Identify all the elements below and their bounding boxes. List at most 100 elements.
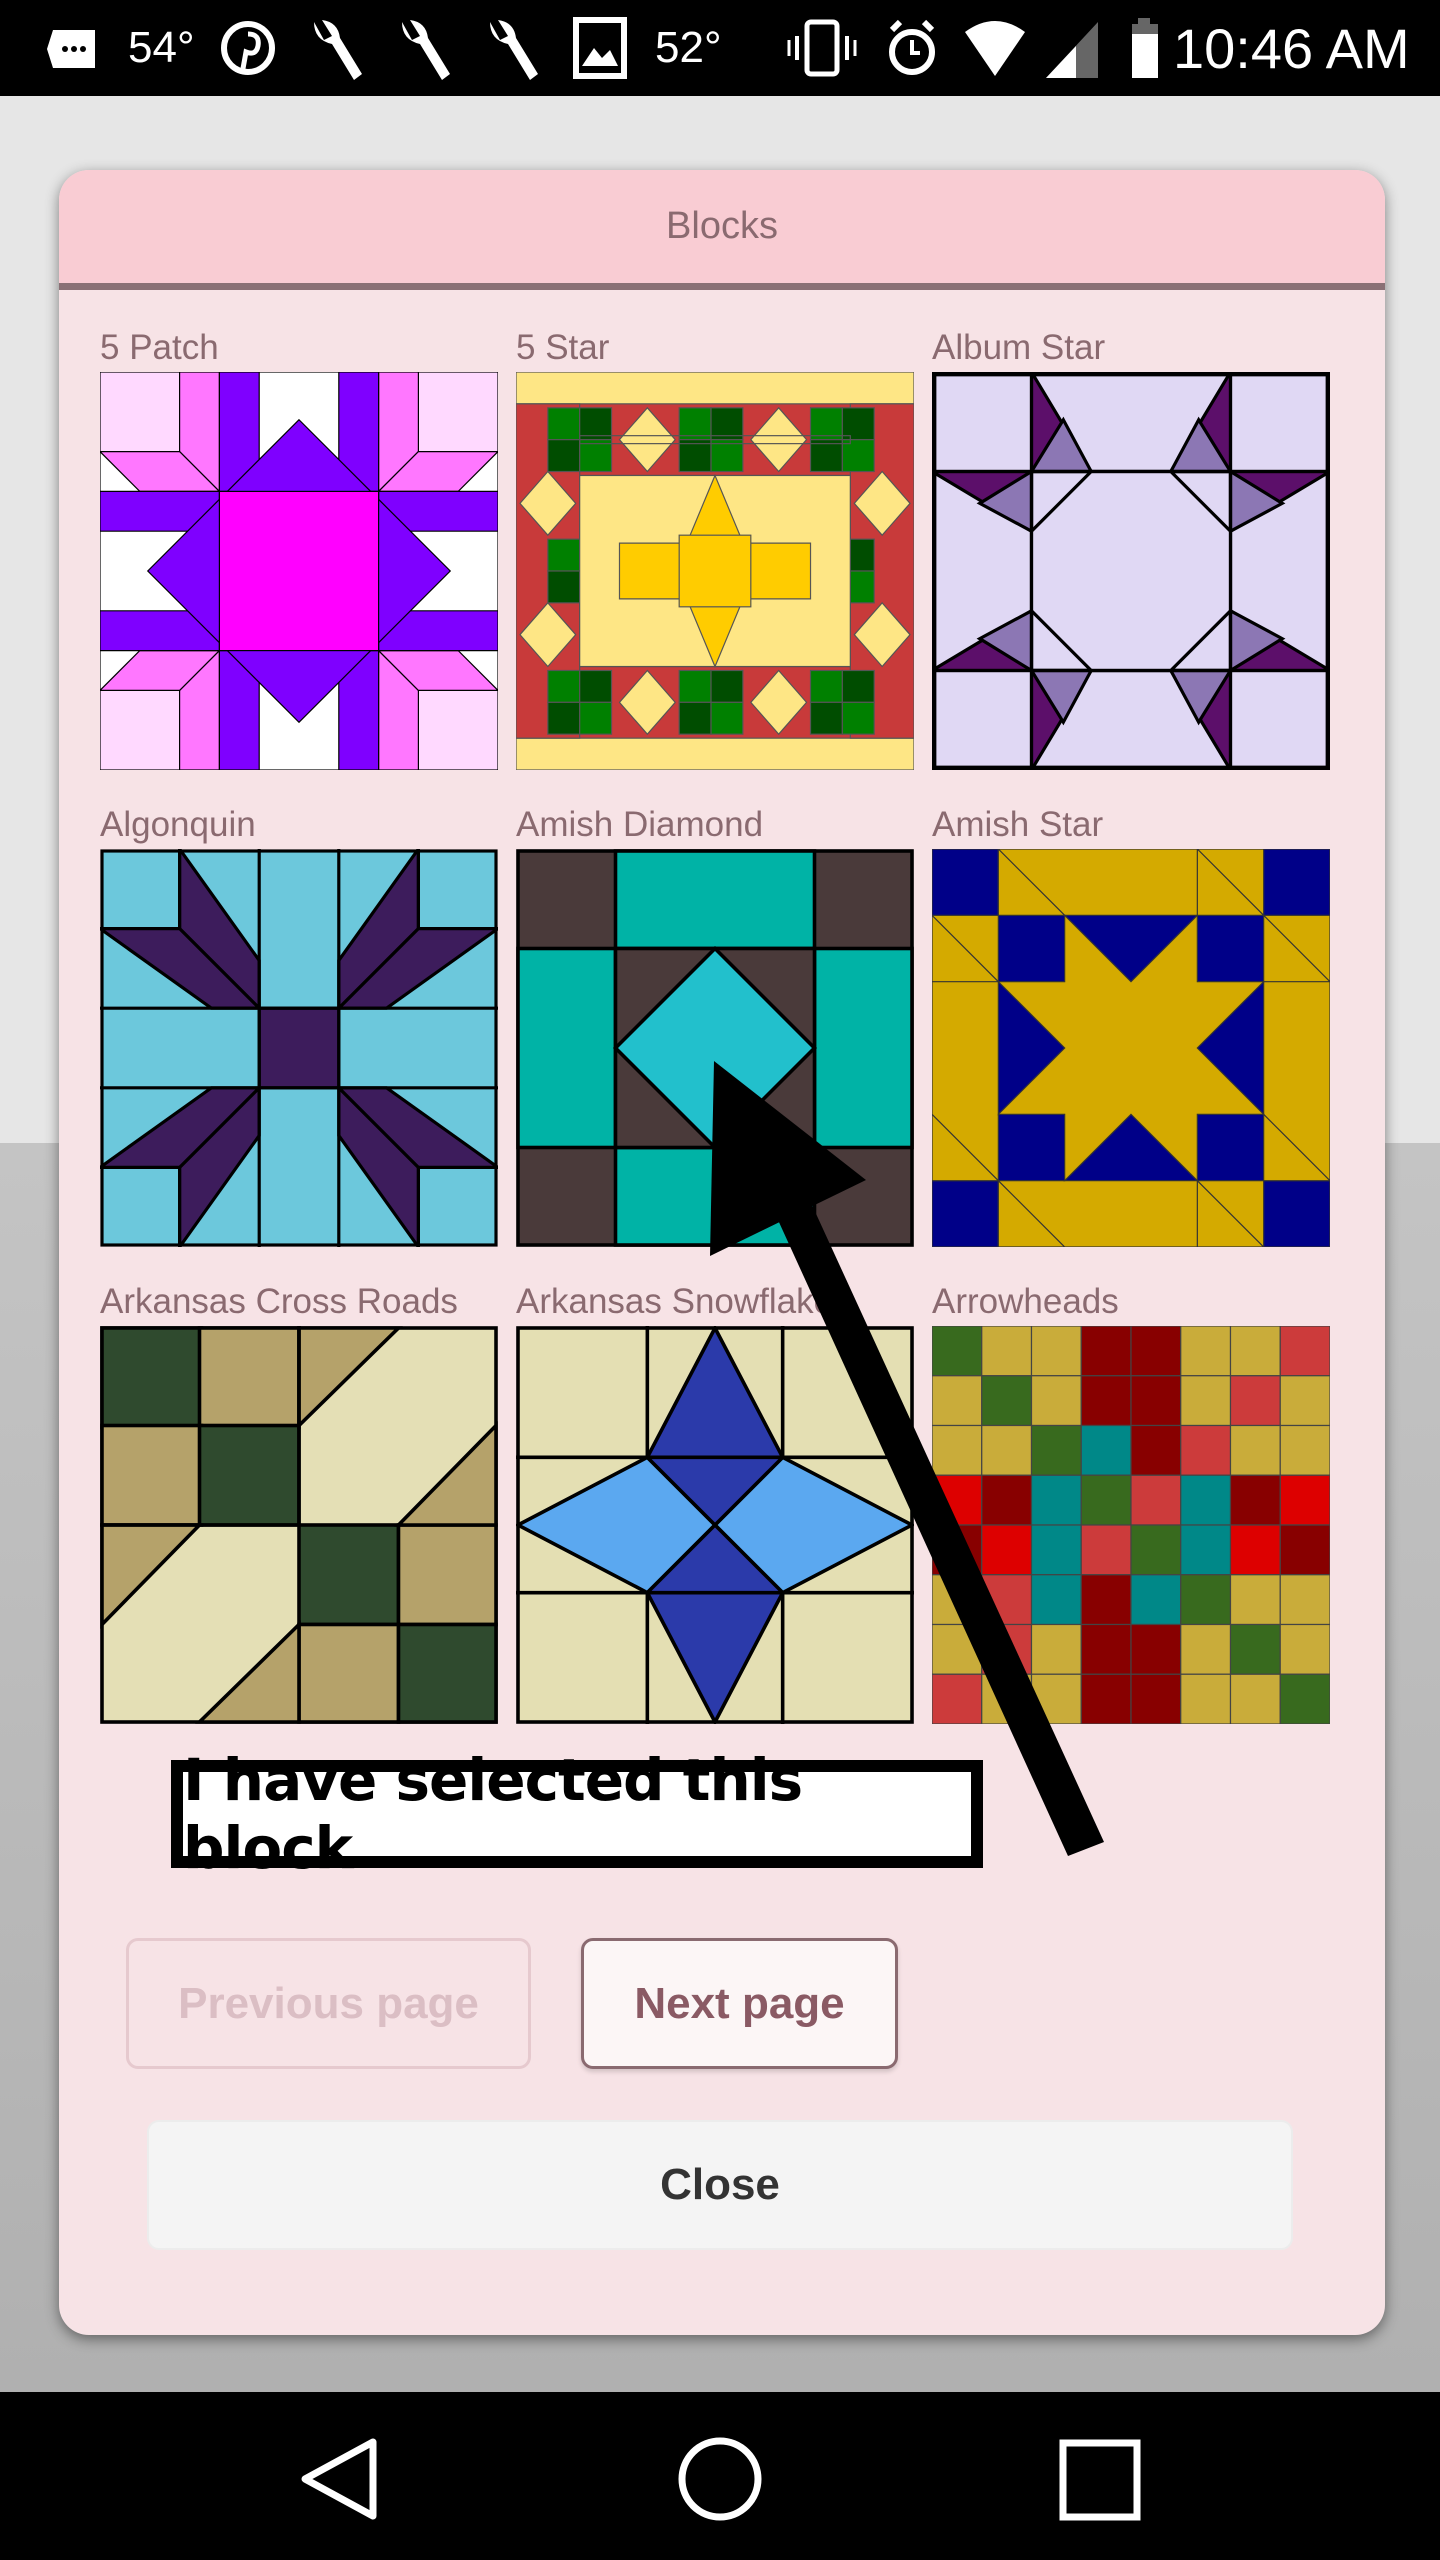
quilt-patch <box>981 1623 1033 1675</box>
battery-icon <box>1132 18 1158 78</box>
quilt-patch <box>932 849 999 916</box>
quilt-patch <box>932 1424 983 1476</box>
block-arrowheads[interactable]: Arrowheads <box>932 1282 1330 1724</box>
next-page-button[interactable]: Next page <box>581 1938 898 2069</box>
quilt-patch <box>1180 1623 1232 1675</box>
block-5-star[interactable]: 5 Star <box>516 328 914 770</box>
quilt-patch <box>710 439 744 473</box>
quilt-patch <box>1279 1673 1330 1724</box>
block-image[interactable] <box>932 1326 1330 1724</box>
quilt-patch <box>809 701 843 735</box>
annotation-callout: I have selected this block <box>171 1746 983 1882</box>
quilt-patch <box>932 1375 983 1427</box>
quilt-patch <box>981 1424 1033 1476</box>
quilt-patch <box>1080 1474 1132 1526</box>
quilt-patch <box>1180 1474 1232 1526</box>
block-algonquin[interactable]: Algonquin <box>100 805 498 1247</box>
block-image[interactable] <box>932 372 1330 770</box>
close-button[interactable]: Close <box>147 2120 1293 2250</box>
quilt-patch <box>1080 1424 1132 1476</box>
quilt-patch <box>1030 1375 1082 1427</box>
status-bar: 54° 52° 10:46 AM <box>0 0 1440 96</box>
quilt-patch <box>1130 1424 1182 1476</box>
block-album-star[interactable]: Album Star <box>932 328 1330 770</box>
quilt-patch <box>1196 914 1265 983</box>
block-label: Amish Star <box>932 805 1104 844</box>
block-label: Album Star <box>932 328 1106 367</box>
quilt-patch <box>547 439 581 473</box>
block-arkansas-cross-roads[interactable]: Arkansas Cross Roads <box>100 1282 498 1724</box>
quilt-patch <box>1279 1574 1330 1626</box>
quilt-patch <box>932 1474 983 1526</box>
quilt-patch <box>1229 1424 1281 1476</box>
quilt-patch <box>547 669 581 703</box>
quilt-patch <box>1130 1574 1182 1626</box>
block-image[interactable] <box>100 849 498 1247</box>
block-amish-diamond[interactable]: Amish Diamond <box>516 805 914 1247</box>
quilt-patch <box>932 1326 983 1377</box>
quilt-patch <box>678 669 712 703</box>
block-image[interactable] <box>516 372 914 770</box>
block-label: Arkansas Cross Roads <box>100 1282 458 1321</box>
quilt-patch <box>1080 1375 1132 1427</box>
block-image[interactable] <box>516 849 914 1247</box>
quilt-patch <box>1030 1474 1082 1526</box>
quilt-patch <box>710 701 744 735</box>
quilt-patch <box>1080 1524 1132 1576</box>
recents-icon[interactable] <box>1058 2438 1142 2522</box>
quilt-patch <box>1030 1623 1082 1675</box>
block-label: Amish Diamond <box>516 805 764 844</box>
quilt-patch <box>1030 1673 1082 1724</box>
block-image[interactable] <box>100 1326 498 1724</box>
block-5-patch[interactable]: 5 Patch <box>100 328 498 770</box>
quilt-patch <box>809 407 843 441</box>
quilt-patch <box>1180 1424 1232 1476</box>
quilt-patch <box>1180 1375 1232 1427</box>
quilt-patch <box>678 534 752 608</box>
home-icon[interactable] <box>675 2434 765 2524</box>
quilt-patch <box>1229 1326 1281 1377</box>
block-label: 5 Patch <box>100 328 219 367</box>
wrench-icon <box>402 20 450 80</box>
messages-icon <box>47 30 95 68</box>
quilt-patch <box>1030 1574 1082 1626</box>
block-image[interactable] <box>100 372 498 770</box>
previous-page-button[interactable]: Previous page <box>126 1938 531 2069</box>
quilt-patch <box>678 701 712 735</box>
clock: 10:46 AM <box>1173 16 1410 80</box>
quilt-patch <box>1229 1673 1281 1724</box>
quilt-patch <box>1229 1474 1281 1526</box>
quilt-patch <box>579 701 613 735</box>
block-label: Algonquin <box>100 805 256 844</box>
quilt-patch <box>809 669 843 703</box>
quilt-patch <box>932 1673 983 1724</box>
close-label: Close <box>660 2160 780 2209</box>
block-arkansas-snowflake[interactable]: Arkansas Snowflake <box>516 1282 914 1724</box>
quilt-patch <box>1180 1524 1232 1576</box>
quilt-patch <box>932 1574 983 1626</box>
quilt-patch <box>579 669 613 703</box>
quilt-patch <box>547 701 581 735</box>
quilt-patch <box>1263 849 1330 916</box>
back-icon[interactable] <box>295 2434 385 2524</box>
quilt-patch <box>1229 1375 1281 1427</box>
quilt-patch <box>1080 1574 1132 1626</box>
quilt-patch <box>1196 1113 1265 1182</box>
block-image[interactable] <box>932 849 1330 1247</box>
dialog-title: Blocks <box>666 205 778 247</box>
block-label: Arkansas Snowflake <box>516 1282 834 1321</box>
image-icon <box>573 17 627 79</box>
pinterest-icon <box>221 21 275 75</box>
weather-temp: 54° <box>128 23 195 72</box>
quilt-patch <box>932 1180 999 1247</box>
quilt-patch <box>1030 1524 1082 1576</box>
block-image[interactable] <box>516 1326 914 1724</box>
quilt-patch <box>1030 1424 1082 1476</box>
next-page-label: Next page <box>634 1978 845 2028</box>
block-amish-star[interactable]: Amish Star <box>932 805 1330 1247</box>
quilt-patch <box>1130 1474 1182 1526</box>
quilt-patch <box>710 669 744 703</box>
quilt-patch <box>997 1113 1066 1182</box>
quilt-patch <box>547 538 581 572</box>
quilt-patch <box>1130 1326 1182 1377</box>
